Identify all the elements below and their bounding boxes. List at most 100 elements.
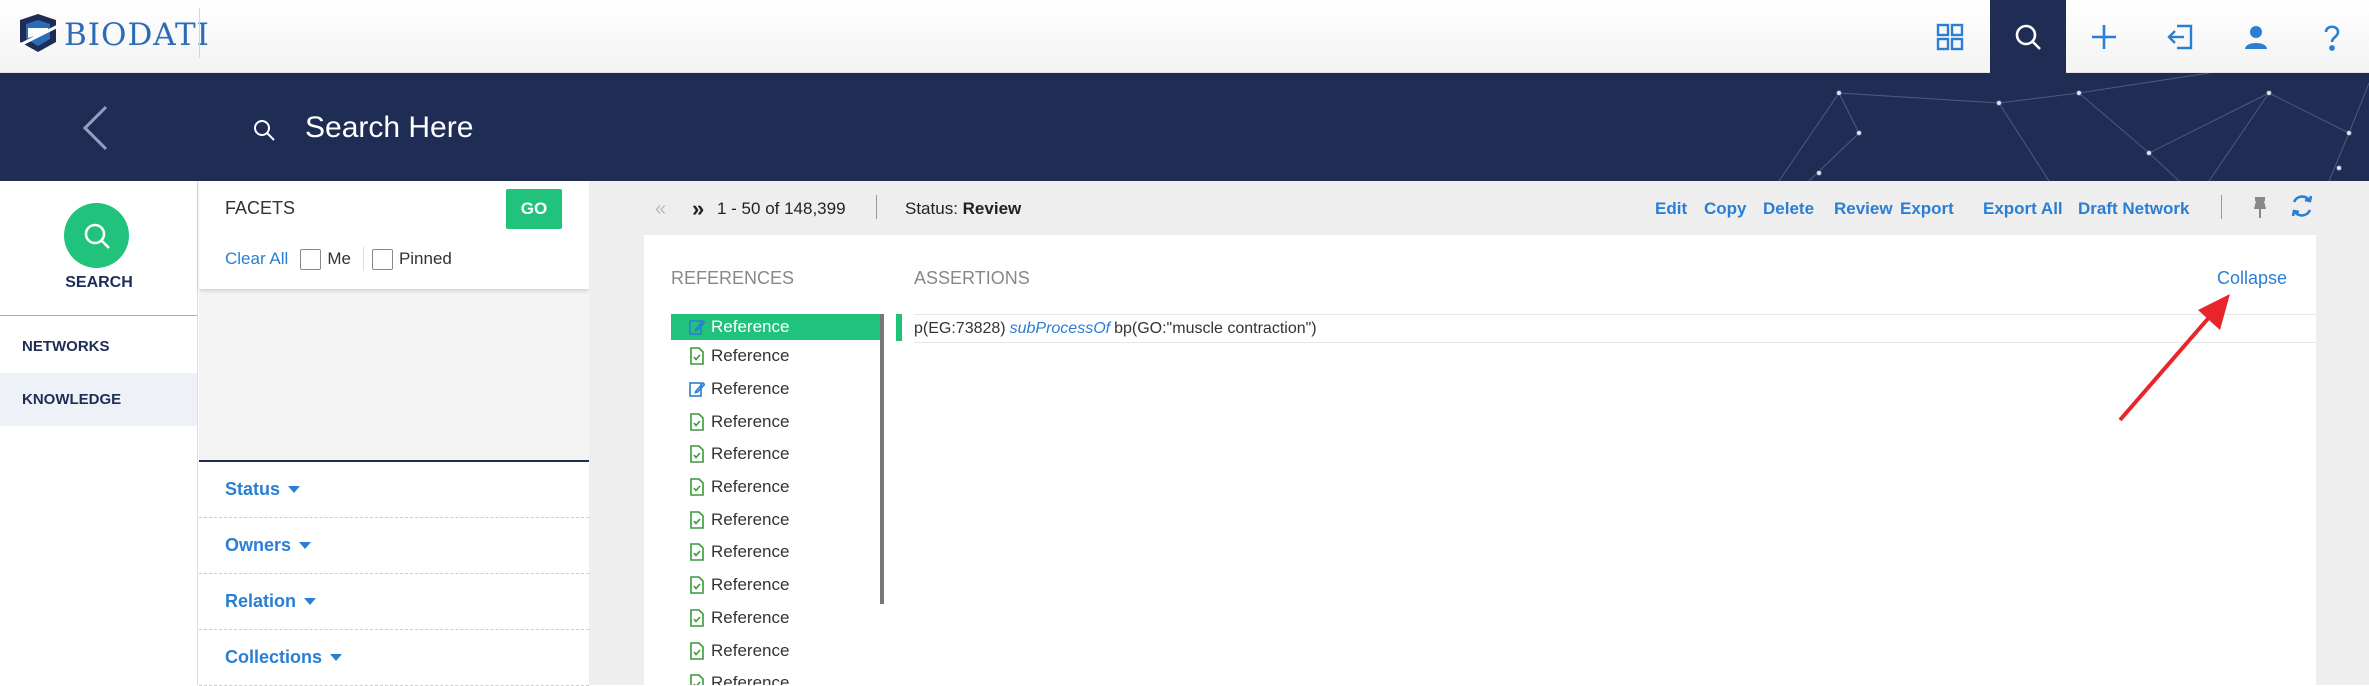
assertion-relation[interactable]: subProcessOf: [1010, 320, 1110, 338]
facet-label: Relation: [225, 591, 297, 611]
caret-down-icon: [330, 654, 343, 661]
sidebar-item-knowledge[interactable]: KNOWLEDGE: [0, 373, 197, 426]
review-button[interactable]: Review: [1834, 199, 1893, 219]
add-button[interactable]: [2066, 0, 2142, 73]
back-chevron-icon[interactable]: [80, 103, 110, 153]
help-button[interactable]: [2294, 0, 2369, 73]
export-button[interactable]: Export: [1900, 199, 1954, 219]
facets-filter-row: Clear All Me Pinned: [225, 247, 464, 271]
network-pattern-decoration: [1778, 73, 2369, 181]
reference-item[interactable]: Reference: [671, 667, 881, 685]
draft-network-button[interactable]: Draft Network: [2078, 199, 2189, 219]
me-checkbox[interactable]: [300, 248, 322, 270]
doc-check-icon: [689, 347, 711, 366]
reference-item[interactable]: Reference: [671, 373, 881, 406]
export-all-button[interactable]: Export All: [1983, 199, 2063, 219]
edit-icon: [689, 318, 711, 336]
collapse-link[interactable]: Collapse: [2217, 268, 2287, 289]
caret-down-icon: [288, 486, 301, 493]
facet-collections[interactable]: Collections: [199, 630, 589, 686]
facet-label: Collections: [225, 647, 323, 667]
left-sidebar: SEARCH NETWORKS KNOWLEDGE: [0, 181, 198, 685]
assertion-subject: p(EG:73828): [914, 319, 1006, 337]
user-button[interactable]: [2218, 0, 2294, 73]
status-label: Status:: [905, 199, 958, 218]
search-icon: [2015, 24, 2041, 50]
go-button[interactable]: GO: [506, 189, 562, 229]
sign-in-icon: [2167, 24, 2193, 49]
pinned-checkbox-group[interactable]: Pinned: [371, 248, 452, 270]
doc-check-icon: [689, 412, 711, 431]
reference-label: Reference: [711, 477, 790, 497]
facet-label: Status: [225, 479, 281, 499]
pin-icon[interactable]: [2249, 195, 2271, 219]
reference-item[interactable]: Reference: [671, 503, 881, 536]
search-tile[interactable]: SEARCH: [0, 181, 197, 316]
pinned-checkbox[interactable]: [371, 248, 393, 270]
reference-item[interactable]: Reference: [671, 438, 881, 471]
reference-item[interactable]: Reference: [671, 536, 881, 569]
clear-all-link[interactable]: Clear All: [225, 249, 288, 269]
reference-item[interactable]: Reference: [671, 314, 881, 340]
caret-down-icon: [304, 598, 317, 605]
divider: [876, 195, 877, 219]
facet-owners[interactable]: Owners: [199, 518, 589, 574]
plus-icon: [2092, 24, 2116, 49]
divider: [362, 247, 364, 271]
reference-item[interactable]: Reference: [671, 634, 881, 667]
me-label: Me: [327, 249, 351, 268]
references-header: REFERENCES: [671, 268, 795, 288]
facets-title: FACETS: [225, 198, 296, 218]
user-icon: [2245, 25, 2267, 49]
reference-label: Reference: [711, 346, 790, 366]
reference-item[interactable]: Reference: [671, 471, 881, 504]
annotation-arrow: [2118, 294, 2230, 422]
doc-check-icon: [689, 576, 711, 594]
reference-item[interactable]: Reference: [671, 602, 881, 635]
results-toolbar: « » 1 - 50 of 148,399 Status: Review Edi…: [589, 181, 2369, 235]
prev-page-button[interactable]: «: [655, 198, 666, 221]
edit-icon: [689, 380, 711, 398]
pinned-label: Pinned: [398, 249, 452, 268]
reference-label: Reference: [711, 575, 790, 595]
logo-divider: [199, 8, 200, 58]
doc-check-icon: [689, 445, 711, 464]
search-circle-button[interactable]: [64, 203, 129, 268]
help-icon: [2324, 24, 2340, 51]
reference-label: Reference: [711, 411, 790, 431]
doc-check-icon: [689, 609, 711, 627]
copy-button[interactable]: Copy: [1704, 199, 1747, 219]
search-icon: [84, 223, 110, 249]
search-input[interactable]: Search Here: [305, 111, 473, 145]
biodati-logo[interactable]: BIODATI: [14, 10, 210, 60]
facet-status[interactable]: Status: [199, 462, 589, 518]
facets-header: FACETS GO Clear All Me Pinned: [199, 181, 589, 289]
edit-button[interactable]: Edit: [1655, 199, 1687, 219]
sidebar-item-networks[interactable]: NETWORKS: [0, 320, 197, 373]
import-button[interactable]: [2142, 0, 2218, 73]
reference-item[interactable]: Reference: [671, 340, 881, 373]
facet-relation[interactable]: Relation: [199, 574, 589, 630]
assertion-object: bp(GO:"muscle contraction"): [1114, 319, 1317, 337]
doc-check-icon: [689, 543, 711, 562]
me-checkbox-group[interactable]: Me: [300, 248, 351, 270]
divider: [2221, 195, 2222, 219]
reference-label: Reference: [711, 640, 790, 660]
search-nav-button[interactable]: [1990, 0, 2066, 73]
references-scrollbar[interactable]: [880, 314, 884, 604]
reference-label: Reference: [711, 542, 790, 562]
next-page-button[interactable]: »: [692, 196, 704, 222]
refresh-icon[interactable]: [2289, 193, 2315, 219]
assertions-header: ASSERTIONS: [914, 268, 1030, 288]
delete-button[interactable]: Delete: [1763, 199, 1814, 219]
reference-item[interactable]: Reference: [671, 569, 881, 602]
reference-item[interactable]: Reference: [671, 405, 881, 438]
doc-check-icon: [689, 641, 711, 660]
search-icon: [254, 120, 275, 141]
assertion-selected-marker: [896, 314, 902, 341]
doc-check-icon: [689, 478, 711, 496]
facet-groups: Status Owners Relation Collections: [199, 460, 589, 686]
apps-grid-button[interactable]: [1912, 0, 1988, 73]
reference-label: Reference: [711, 317, 790, 336]
search-label: SEARCH: [65, 274, 133, 291]
